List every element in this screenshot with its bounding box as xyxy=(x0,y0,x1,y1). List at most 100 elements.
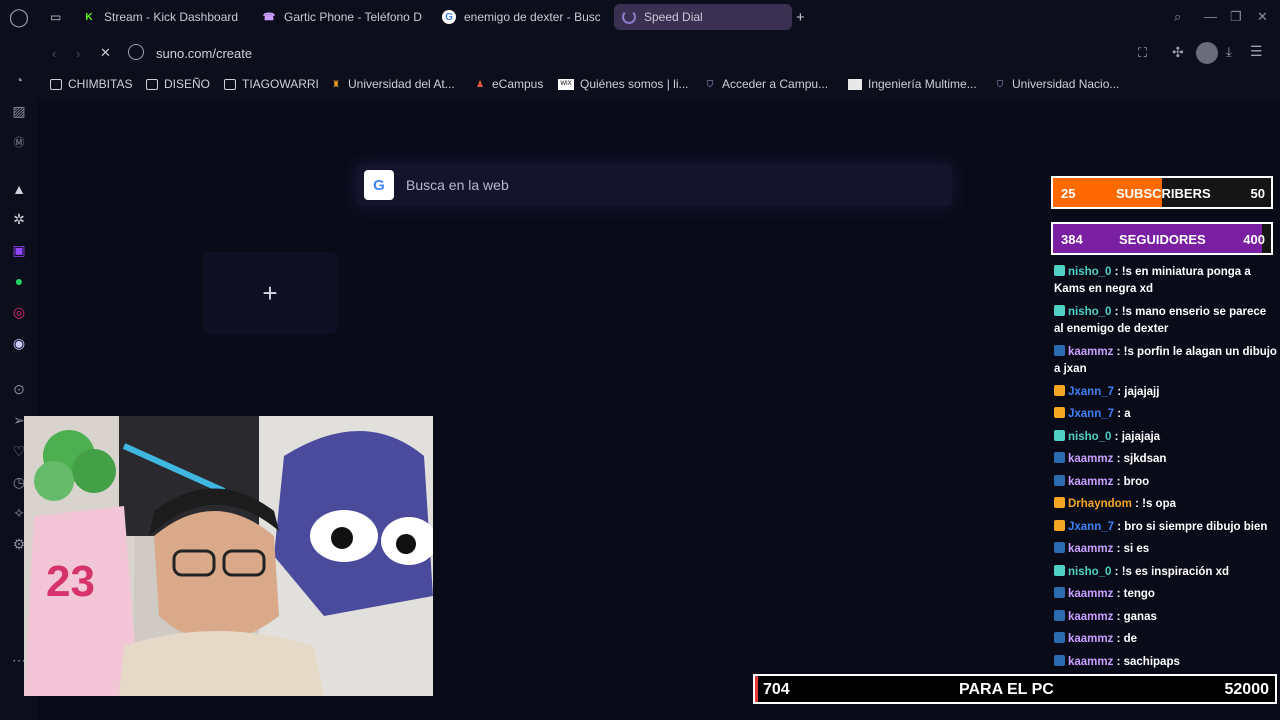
tab-label: Speed Dial xyxy=(644,10,703,24)
workspaces-icon[interactable]: ▨ xyxy=(9,101,29,121)
web-search-box[interactable]: G Busca en la web xyxy=(356,164,952,206)
chat-user: Jxann_7 xyxy=(1068,408,1115,420)
chat-text: sachipaps xyxy=(1123,656,1180,668)
stream-chat: nisho_0 : !s en miniatura ponga a Kams e… xyxy=(1054,264,1278,672)
followers-label: SEGUIDORES xyxy=(1119,232,1206,247)
chat-text: ganas xyxy=(1123,611,1157,623)
twitch-icon[interactable]: ▣ xyxy=(9,240,29,260)
bookmark-label: eCampus xyxy=(492,77,544,91)
chat-user: kaammz xyxy=(1068,588,1114,600)
badge-icon xyxy=(1054,305,1065,316)
chat-user: nisho_0 xyxy=(1068,566,1112,578)
subscribers-label: SUBSCRIBERS xyxy=(1116,186,1211,201)
bookmark-quienes-somos[interactable]: WIX Quiénes somos | li... xyxy=(558,77,689,91)
chat-user: Jxann_7 xyxy=(1068,386,1115,398)
university-icon: ♜ xyxy=(331,78,341,89)
bookmark-ecampus[interactable]: ♟ eCampus xyxy=(474,77,543,91)
chat-text: tengo xyxy=(1123,588,1155,600)
extensions-puzzle-icon[interactable]: ✣ xyxy=(1172,44,1184,61)
bookmark-universidad-atlantico[interactable]: ♜ Universidad del At... xyxy=(330,77,455,91)
subscribers-goal: 50 xyxy=(1250,186,1265,201)
bookmark-label: Acceder a Campu... xyxy=(722,77,829,91)
add-speed-dial-button[interactable]: + xyxy=(203,252,337,334)
minimize-icon[interactable]: — xyxy=(1204,9,1217,24)
badge-icon xyxy=(1054,655,1065,666)
chat-text: broo xyxy=(1123,476,1150,488)
bookmark-universidad-nacional[interactable]: ⛉ Universidad Nacio... xyxy=(994,77,1120,91)
messenger-icon[interactable]: Ⓜ xyxy=(9,132,29,152)
chat-message: nisho_0 : !s en miniatura ponga a Kams e… xyxy=(1054,265,1251,295)
avatar[interactable] xyxy=(1196,42,1218,64)
badge-icon xyxy=(1054,407,1065,418)
tab-label: enemigo de dexter - Busc xyxy=(464,10,600,24)
menu-icon[interactable]: ☰ xyxy=(1250,43,1263,60)
pc-goal-label: PARA EL PC xyxy=(959,681,1054,698)
pc-goal-bar: 704 PARA EL PC 52000 xyxy=(753,674,1277,704)
badge-icon xyxy=(1054,542,1065,553)
chatgpt-icon[interactable]: ✲ xyxy=(9,209,29,229)
tab-kick-dashboard[interactable]: K Stream - Kick Dashboard xyxy=(82,4,238,30)
opera-logo-icon[interactable]: ◯ xyxy=(9,7,29,27)
chat-user: kaammz xyxy=(1068,633,1114,645)
badge-icon xyxy=(1054,610,1065,621)
badge-icon xyxy=(1054,265,1065,276)
chat-text: si es xyxy=(1123,543,1150,555)
badge-icon xyxy=(1054,475,1065,486)
stop-loading-icon[interactable]: ✕ xyxy=(100,45,111,61)
svg-text:23: 23 xyxy=(46,557,95,606)
tab-google-search[interactable]: G enemigo de dexter - Busc xyxy=(442,4,600,30)
forward-icon[interactable]: › xyxy=(76,46,80,61)
search-placeholder: Busca en la web xyxy=(406,177,509,193)
tab-speed-dial[interactable]: Speed Dial xyxy=(614,4,792,30)
bookmark-label: Universidad del At... xyxy=(348,77,455,91)
maximize-icon[interactable]: ❐ xyxy=(1230,9,1242,25)
search-tabs-icon[interactable]: ⌕ xyxy=(1174,9,1181,25)
bookmark-acceder-campus[interactable]: ⛉ Acceder a Campu... xyxy=(704,77,828,91)
folder-icon xyxy=(224,78,236,90)
chat-message: kaammz : de xyxy=(1054,631,1278,648)
chat-text: a xyxy=(1124,408,1131,420)
chat-text: de xyxy=(1123,633,1138,645)
chat-message: nisho_0 : jajajaja xyxy=(1054,429,1278,446)
chat-message: kaammz : broo xyxy=(1054,474,1278,491)
shield-icon: ⛉ xyxy=(996,78,1004,89)
arc-icon[interactable]: ▲ xyxy=(9,179,29,199)
chat-message: Jxann_7 : bro si siempre dibujo bien xyxy=(1054,519,1278,536)
badge-icon xyxy=(1054,497,1065,508)
chat-text: sjkdsan xyxy=(1123,453,1167,465)
bookmark-label: DISEÑO xyxy=(164,77,211,91)
new-tab-button[interactable]: + xyxy=(796,4,812,30)
back-icon[interactable]: ‹ xyxy=(52,46,56,61)
bookmark-folder-chimbitas[interactable]: CHIMBITAS xyxy=(50,77,132,91)
badge-icon xyxy=(1054,430,1065,441)
bookmark-ingenieria-multimedia[interactable]: Ingeniería Multime... xyxy=(848,77,977,91)
chat-text: bro si siempre dibujo bien xyxy=(1124,521,1268,533)
chat-message: nisho_0 : !s mano enserio se parece al e… xyxy=(1054,305,1267,335)
tab-label: Gartic Phone - Teléfono D xyxy=(284,10,422,24)
bookmarks-bar: CHIMBITAS DISEÑO TIAGOWARRI ♜ Universidad… xyxy=(38,72,1280,98)
discord-icon[interactable]: ◉ xyxy=(9,333,29,353)
site-info-icon[interactable] xyxy=(128,44,144,60)
bookmark-label: Ingeniería Multime... xyxy=(868,77,977,91)
ecampus-icon: ♟ xyxy=(475,78,485,89)
close-icon[interactable]: ✕ xyxy=(1257,9,1268,25)
badge-icon xyxy=(1054,452,1065,463)
chat-message: kaammz : sjkdsan xyxy=(1054,451,1278,468)
chat-message: kaammz : ganas xyxy=(1054,609,1278,626)
instagram-icon[interactable]: ◎ xyxy=(9,302,29,322)
url-field[interactable]: suno.com/create xyxy=(156,46,252,61)
snapshot-icon[interactable]: ⛶ xyxy=(1138,45,1147,61)
whatsapp-icon[interactable]: ● xyxy=(9,271,29,291)
tab-overview-icon[interactable]: ▭ xyxy=(50,4,70,30)
chat-user: nisho_0 xyxy=(1068,266,1112,278)
bookmark-folder-diseno[interactable]: DISEÑO xyxy=(146,77,210,91)
chat-user: kaammz xyxy=(1068,453,1114,465)
chat-text: !s opa xyxy=(1142,498,1177,510)
chat-text: jajajajj xyxy=(1124,386,1160,398)
aria-icon[interactable]: ◔ xyxy=(9,70,29,90)
player-icon[interactable]: ⊙ xyxy=(9,379,29,399)
bookmark-folder-tiagowarri[interactable]: TIAGOWARRI xyxy=(224,77,319,91)
download-icon[interactable]: ⤓ xyxy=(1226,44,1232,60)
loading-spinner-icon xyxy=(622,10,636,24)
tab-gartic-phone[interactable]: ☎ Gartic Phone - Teléfono D xyxy=(262,4,422,30)
